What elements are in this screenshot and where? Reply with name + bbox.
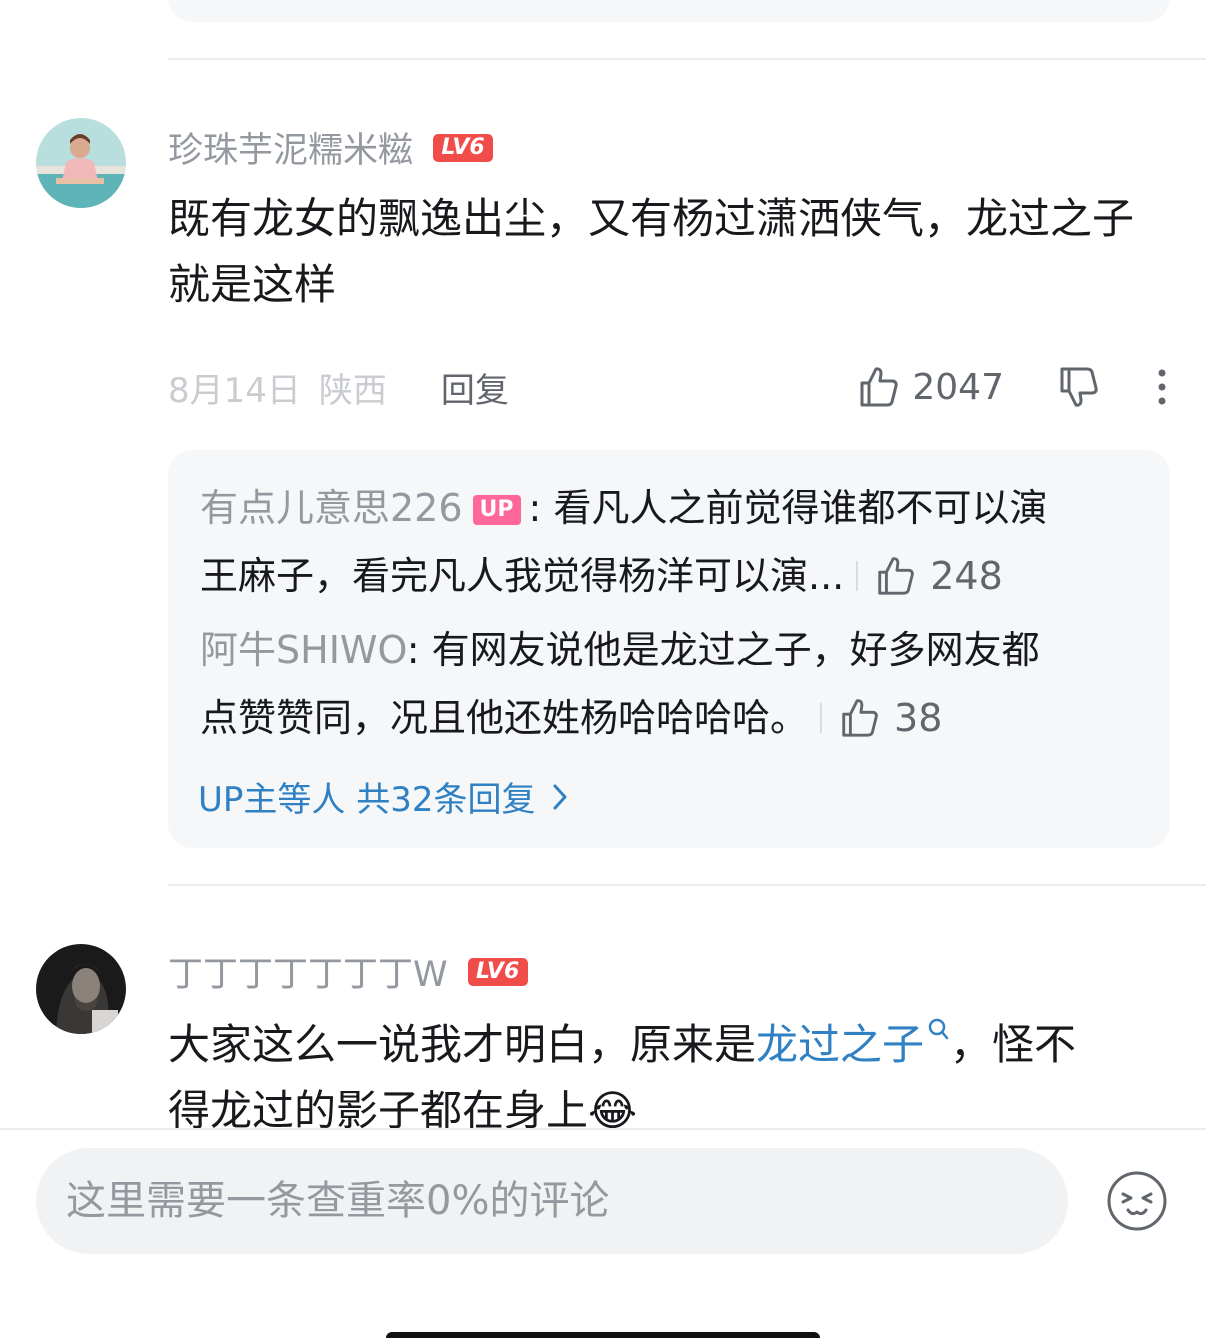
comment-content[interactable]: 既有龙女的飘逸出尘，又有杨过潇洒侠气，龙过之子就是这样 xyxy=(168,186,1168,318)
separator xyxy=(856,561,859,591)
chevron-right-icon xyxy=(553,784,567,809)
sub-reply-like[interactable]: 248 xyxy=(844,542,1003,610)
dislike-button[interactable] xyxy=(1056,365,1100,409)
divider xyxy=(168,884,1206,886)
comment-content[interactable]: 大家这么一说我才明白，原来是龙过之子 ，怪不 得龙过的影子都在身上😂 xyxy=(168,1012,1168,1144)
reply-button[interactable]: 回复 xyxy=(441,363,509,412)
level-badge: LV6 xyxy=(433,133,494,162)
level-badge: LV6 xyxy=(467,957,528,986)
separator xyxy=(820,703,823,733)
comment-input-bar xyxy=(0,1128,1206,1338)
search-mini-icon xyxy=(928,1018,949,1040)
sub-reply[interactable]: 有点儿意思226 UP: 看凡人之前觉得谁都不可以演 王麻子，看完凡人我觉得杨洋可… xyxy=(200,474,1140,610)
sub-reply[interactable]: 阿牛SHIWO: 有网友说他是龙过之子，好多网友都 点赞赞同，况且他还姓杨哈哈哈… xyxy=(200,616,1140,752)
username-text[interactable]: 丁丁丁丁丁丁丁W xyxy=(168,946,448,997)
avatar-image xyxy=(36,118,126,208)
sub-reply-text-cont: 王麻子，看完凡人我觉得杨洋可以演... xyxy=(200,554,845,598)
sub-reply-text: 看凡人之前觉得谁都不可以演 xyxy=(553,486,1048,530)
thumb-down-icon xyxy=(1060,367,1098,407)
comment-location: 陕西 xyxy=(318,370,387,411)
emoji-icon[interactable] xyxy=(1106,1170,1168,1232)
sub-reply-text-cont: 点赞赞同，况且他还姓杨哈哈哈哈。 xyxy=(200,696,809,740)
more-replies-link[interactable]: UP主等人 共32条回复 xyxy=(198,772,571,821)
keyword-text[interactable]: 龙过之子 xyxy=(756,1020,924,1069)
sub-reply-author[interactable]: 有点儿意思226 xyxy=(200,486,463,530)
sub-reply-like[interactable]: 38 xyxy=(808,684,942,752)
thumb-up-icon xyxy=(860,367,899,407)
up-badge: UP xyxy=(472,495,521,525)
more-options-button[interactable] xyxy=(1156,367,1168,407)
comment-username[interactable]: 珍珠芋泥糯米糍 LV6 xyxy=(168,122,494,173)
more-replies-label[interactable]: UP主等人 共32条回复 xyxy=(198,772,535,821)
comment-username[interactable]: 丁丁丁丁丁丁丁W LV6 xyxy=(168,946,528,997)
comment-meta: 8月14日 陕西 回复 2047 xyxy=(168,362,1168,412)
sub-reply-like-count: 38 xyxy=(894,696,943,740)
username-text[interactable]: 珍珠芋泥糯米糍 xyxy=(168,122,413,173)
previous-reply-card xyxy=(168,0,1170,22)
like-button[interactable]: 2047 xyxy=(856,365,1004,409)
comment-text: ，怪不 xyxy=(950,1020,1077,1069)
sub-reply-author[interactable]: 阿牛SHIWO xyxy=(200,628,407,672)
thumb-up-icon xyxy=(842,699,878,737)
comment-input[interactable] xyxy=(36,1148,1068,1254)
sub-reply-like-count: 248 xyxy=(930,554,1003,598)
search-keyword-link[interactable]: 龙过之子 xyxy=(756,1018,950,1069)
avatar[interactable] xyxy=(36,944,126,1034)
comment-page: 珍珠芋泥糯米糍 LV6 既有龙女的飘逸出尘，又有杨过潇洒侠气，龙过之子就是这样 … xyxy=(0,0,1206,1338)
thumb-up-icon xyxy=(878,557,915,595)
avatar-image xyxy=(36,944,126,1034)
more-vertical-icon xyxy=(1158,369,1166,405)
like-count: 2047 xyxy=(912,366,1004,408)
sub-reply-colon: : xyxy=(406,628,432,672)
sub-reply-colon: : xyxy=(528,486,542,530)
divider xyxy=(168,58,1206,60)
sub-replies-box[interactable]: 有点儿意思226 UP: 看凡人之前觉得谁都不可以演 王麻子，看完凡人我觉得杨洋可… xyxy=(168,450,1170,848)
comment-date: 8月14日 xyxy=(168,370,301,411)
home-indicator xyxy=(386,1332,820,1338)
avatar[interactable] xyxy=(36,118,126,208)
comment-text: 大家这么一说我才明白，原来是 xyxy=(168,1020,757,1069)
comment-actions: 2047 xyxy=(856,365,1168,409)
sub-reply-text: 有网友说他是龙过之子，好多网友都 xyxy=(431,628,1040,672)
